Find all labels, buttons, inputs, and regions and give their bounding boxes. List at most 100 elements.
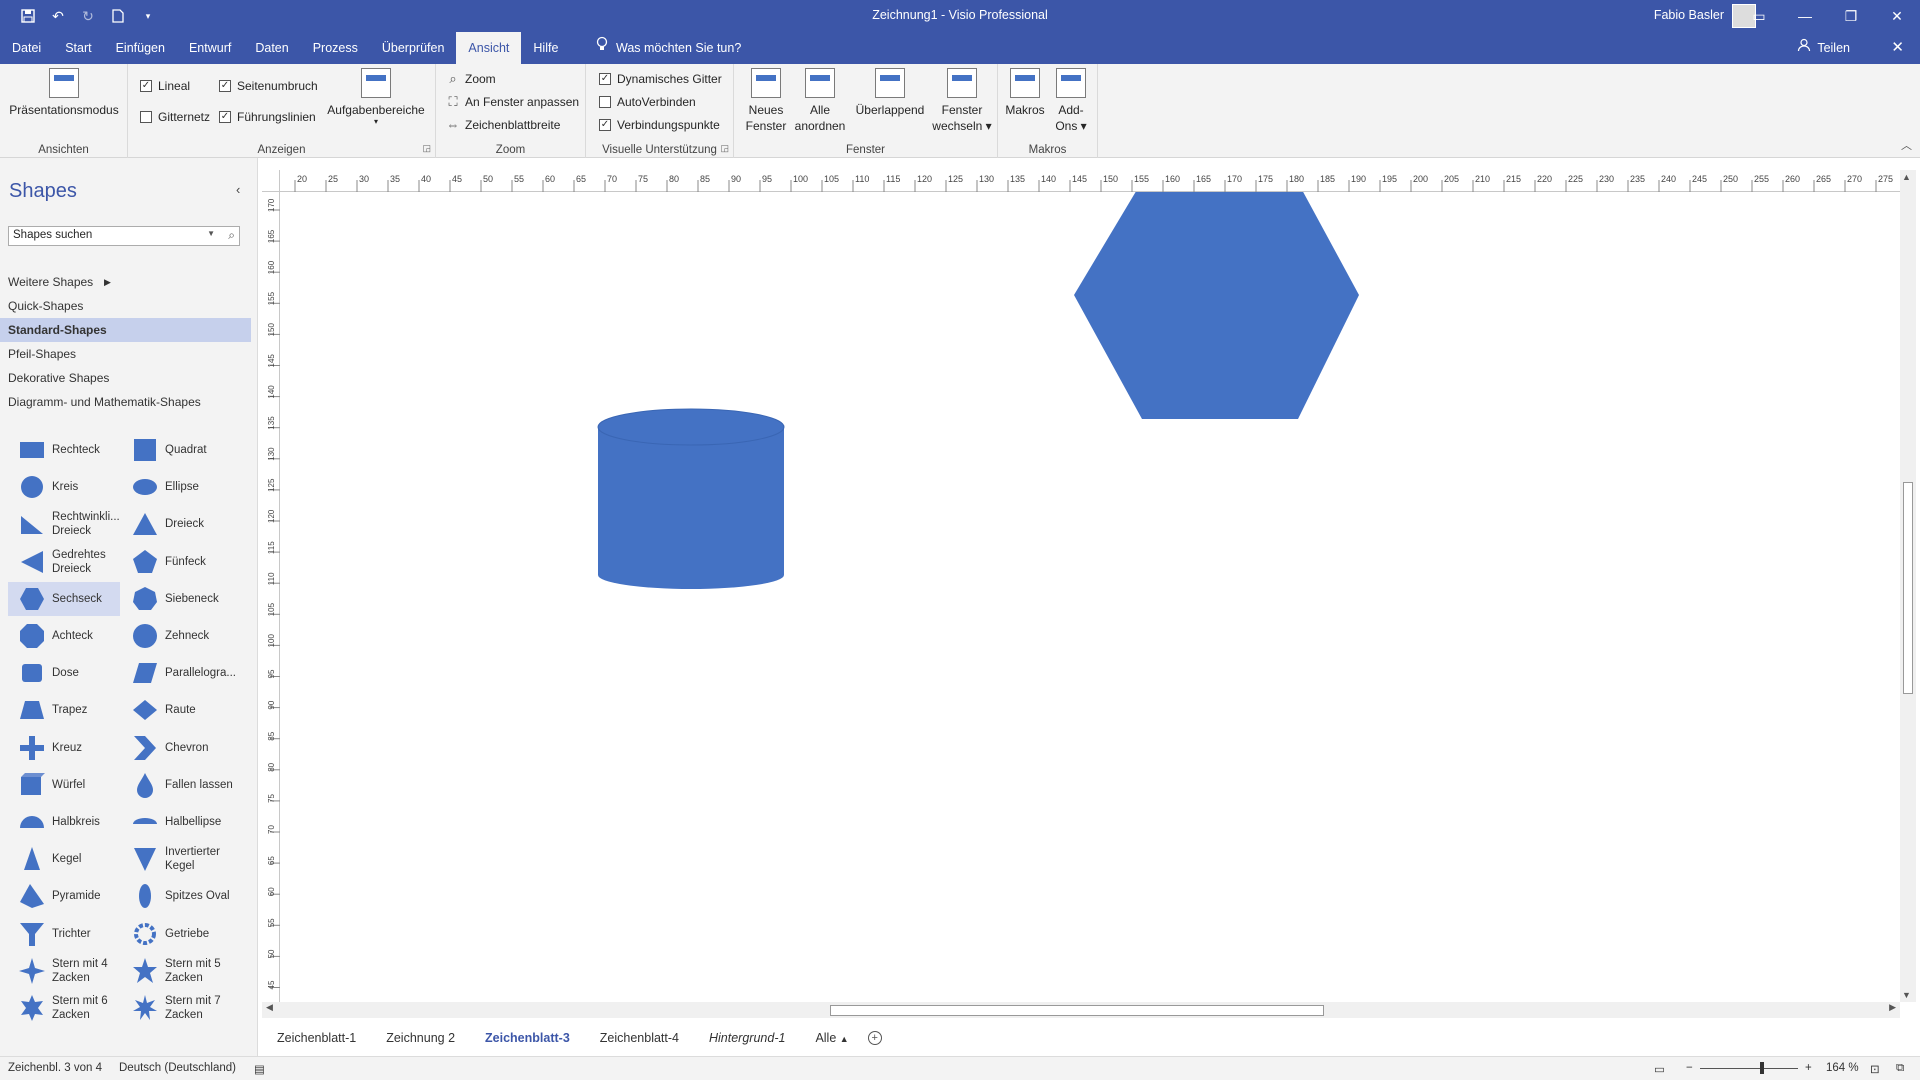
scroll-right-icon[interactable]: ▶ (1889, 1002, 1896, 1013)
seitenumbruch-checkbox[interactable]: ✓ (219, 80, 231, 92)
language-indicator[interactable]: Deutsch (Deutschland) (119, 1062, 236, 1074)
shape-item-hexagon[interactable]: Sechseck (8, 581, 120, 616)
stencil-item[interactable]: Pfeil-Shapes (0, 342, 251, 366)
ribbon-display-options-icon[interactable]: ▭ (1736, 0, 1782, 32)
tab-entwurf[interactable]: Entwurf (177, 32, 243, 64)
add-sheet-icon[interactable]: + (867, 1031, 882, 1045)
vertical-ruler[interactable]: 170 165 160 155 150 145 140 135 130 125 120 115 110 1… (262, 192, 280, 1002)
shape-item-star-7[interactable]: Stern mit 7 Zacken (121, 991, 233, 1025)
zoom-slider[interactable] (1700, 1062, 1798, 1074)
horizontal-scrollbar[interactable]: ◀ ▶ (262, 1002, 1900, 1018)
fit-page-icon[interactable]: ⊡ (1870, 1062, 1880, 1076)
shape-item-octagon[interactable]: Achteck (8, 619, 120, 653)
shape-item-heptagon[interactable]: Siebeneck (121, 582, 233, 616)
restore-icon[interactable]: ❐ (1828, 0, 1874, 32)
shapes-search-input[interactable]: Shapes suchen ▼ ⌕ (8, 226, 240, 246)
shape-item-funnel[interactable]: Trichter (8, 917, 120, 951)
checkbox-dynamisches-gitter[interactable]: ✓ Dynamisches Gitter (599, 72, 722, 86)
tab-start[interactable]: Start (53, 32, 103, 64)
shape-item-circle[interactable]: Kreis (8, 470, 120, 504)
dialog-launcher-icon[interactable]: ◲ (720, 143, 729, 154)
minimize-icon[interactable]: — (1782, 0, 1828, 32)
dialog-launcher-icon[interactable]: ◲ (422, 143, 431, 154)
checkbox-seitenumbruch[interactable]: ✓ Seitenumbruch (219, 79, 318, 93)
stencil-item[interactable]: Dekorative Shapes (0, 366, 251, 390)
stencil-item[interactable]: Quick-Shapes (0, 294, 251, 318)
horizontal-scroll-thumb[interactable] (830, 1005, 1324, 1016)
shape-item-decagon[interactable]: Zehneck (121, 619, 233, 653)
scroll-down-icon[interactable]: ▼ (1902, 990, 1911, 1000)
shape-item-cone[interactable]: Kegel (8, 842, 120, 876)
close-document-icon[interactable]: ✕ (1891, 32, 1904, 64)
zoom-in-icon[interactable]: + (1805, 1062, 1812, 1074)
zoom-level[interactable]: 164 % (1826, 1062, 1859, 1074)
dyngitter-checkbox[interactable]: ✓ (599, 73, 611, 85)
macro-record-icon[interactable]: ▤ (254, 1062, 265, 1076)
page-width-button[interactable]: ⇔ Zeichenblattbreite (446, 117, 561, 132)
zoom-slider-knob[interactable] (1760, 1062, 1764, 1074)
tab-datei[interactable]: Datei (0, 32, 53, 64)
stencil-item[interactable]: Weitere Shapes ▶ (0, 270, 251, 294)
checkbox-lineal[interactable]: ✓ Lineal (140, 79, 190, 93)
shape-item-star-4[interactable]: Stern mit 4 Zacken (8, 954, 120, 988)
shape-item-inverted-cone[interactable]: Invertierter Kegel (121, 842, 233, 876)
shape-item-chevron[interactable]: Chevron (121, 731, 233, 765)
shape-item-drop[interactable]: Fallen lassen (121, 768, 233, 802)
chevron-down-icon[interactable]: ▼ (207, 229, 215, 238)
drawing-canvas[interactable] (280, 192, 1900, 1002)
shape-item-ellipse[interactable]: Ellipse (121, 470, 233, 504)
user-name[interactable]: Fabio Basler (1654, 8, 1724, 22)
scroll-left-icon[interactable]: ◀ (266, 1002, 273, 1013)
shape-item-star-5[interactable]: Stern mit 5 Zacken (121, 954, 233, 988)
shape-item-gear[interactable]: Getriebe (121, 917, 233, 951)
sheet-tab-1[interactable]: Zeichenblatt-1 (262, 1031, 371, 1045)
tab-ueberpruefen[interactable]: Überprüfen (370, 32, 457, 64)
stencil-item[interactable]: Standard-Shapes (0, 318, 251, 342)
shape-item-can[interactable]: Dose (8, 656, 120, 690)
vertical-scroll-thumb[interactable] (1903, 482, 1913, 694)
collapse-ribbon-icon[interactable]: ︿ (1901, 137, 1912, 153)
close-window-icon[interactable]: ✕ (1874, 0, 1920, 32)
fuehrungslinien-checkbox[interactable]: ✓ (219, 111, 231, 123)
sheet-tab-2[interactable]: Zeichnung 2 (371, 1031, 470, 1045)
all-sheets-button[interactable]: Alle ▲ (800, 1031, 863, 1045)
fit-to-window-button[interactable]: ⛶ An Fenster anpassen (446, 94, 579, 110)
zoom-button[interactable]: ⌕ Zoom (446, 71, 495, 87)
zoom-out-icon[interactable]: − (1686, 1062, 1693, 1074)
sheet-tab-3[interactable]: Zeichenblatt-3 (470, 1031, 585, 1045)
scroll-up-icon[interactable]: ▲ (1902, 172, 1911, 182)
switch-windows-status-icon[interactable]: ⧉ (1896, 1062, 1904, 1075)
tell-me-search[interactable]: Was möchten Sie tun? (596, 32, 741, 64)
checkbox-verbindungspunkte[interactable]: ✓ Verbindungspunkte (599, 118, 720, 132)
macros-button[interactable]: Makros (1004, 68, 1046, 118)
shape-item-rectangle[interactable]: Rechteck (8, 433, 120, 467)
lineal-checkbox[interactable]: ✓ (140, 80, 152, 92)
hexagon-shape[interactable] (1074, 192, 1359, 419)
shape-item-rotated-triangle[interactable]: Gedrehtes Dreieck (8, 545, 120, 579)
shape-item-pyramid[interactable]: Pyramide (8, 879, 120, 913)
tab-einfuegen[interactable]: Einfügen (104, 32, 177, 64)
gitternetz-checkbox[interactable] (140, 111, 152, 123)
shape-item-star-6[interactable]: Stern mit 6 Zacken (8, 991, 120, 1025)
shape-item-semicircle[interactable]: Halbkreis (8, 805, 120, 839)
cylinder-shape[interactable] (597, 408, 785, 589)
collapse-pane-icon[interactable]: ‹ (236, 182, 240, 197)
shape-item-pointed-oval[interactable]: Spitzes Oval (121, 879, 233, 913)
sheet-tab-background[interactable]: Hintergrund-1 (694, 1031, 800, 1045)
shape-item-cube[interactable]: Würfel (8, 768, 120, 802)
tab-daten[interactable]: Daten (243, 32, 300, 64)
search-icon[interactable]: ⌕ (228, 228, 235, 243)
verbindungspunkte-checkbox[interactable]: ✓ (599, 119, 611, 131)
presentation-view-icon[interactable]: ▭ (1654, 1062, 1665, 1076)
shape-item-pentagon[interactable]: Fünfeck (121, 545, 233, 579)
shape-item-diamond[interactable]: Raute (121, 693, 233, 727)
checkbox-autoverbinden[interactable]: AutoVerbinden (599, 95, 696, 109)
autoverbinden-checkbox[interactable] (599, 96, 611, 108)
shape-item-parallelogram[interactable]: Parallelogra... (121, 656, 236, 690)
tab-ansicht[interactable]: Ansicht (456, 32, 522, 64)
checkbox-gitternetz[interactable]: Gitternetz (140, 110, 210, 124)
share-button[interactable]: Teilen (1797, 32, 1850, 64)
new-window-button[interactable]: Neues Fenster (742, 68, 790, 134)
task-panes-button[interactable]: Aufgabenbereiche ▾ (324, 68, 428, 126)
sheet-tab-4[interactable]: Zeichenblatt-4 (585, 1031, 694, 1045)
